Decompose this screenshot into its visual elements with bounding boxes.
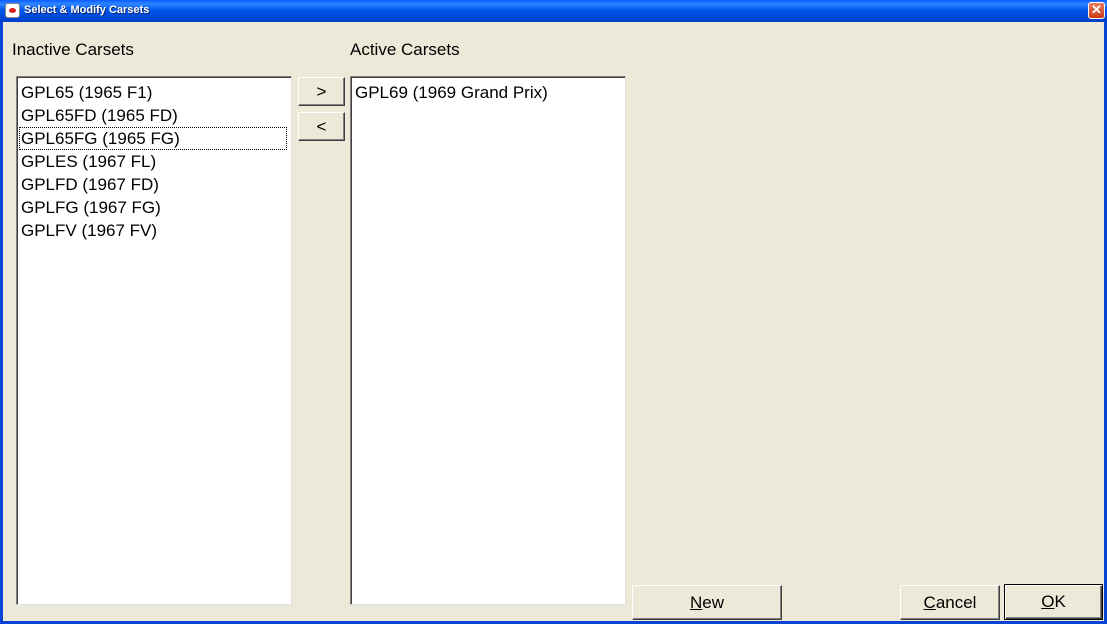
- close-icon[interactable]: ✕: [1088, 2, 1105, 19]
- move-right-button[interactable]: >: [298, 77, 345, 106]
- app-icon: [5, 3, 20, 18]
- ok-button[interactable]: OK: [1004, 584, 1103, 620]
- new-button-accel: N: [689, 593, 703, 612]
- move-left-button[interactable]: <: [298, 112, 345, 141]
- list-item[interactable]: GPLFD (1967 FD): [19, 173, 161, 196]
- list-item[interactable]: GPL65 (1965 F1): [19, 81, 154, 104]
- list-item[interactable]: GPLES (1967 FL): [19, 150, 158, 173]
- dialog-window: Select & Modify Carsets ✕ Inactive Carse…: [0, 0, 1107, 624]
- title-bar[interactable]: Select & Modify Carsets ✕: [0, 0, 1107, 22]
- active-carsets-label: Active Carsets: [350, 40, 460, 59]
- window-title: Select & Modify Carsets: [24, 4, 150, 16]
- active-carsets-list[interactable]: GPL69 (1969 Grand Prix): [350, 76, 626, 605]
- list-item[interactable]: GPLFV (1967 FV): [19, 219, 159, 242]
- new-button[interactable]: New: [632, 585, 782, 620]
- inactive-carsets-list[interactable]: GPL65 (1965 F1) GPL65FD (1965 FD) GPL65F…: [16, 76, 292, 605]
- ok-button-accel: O: [1041, 592, 1055, 611]
- new-button-label: ew: [702, 593, 724, 612]
- cancel-button[interactable]: Cancel: [900, 585, 1000, 620]
- cancel-button-accel: C: [923, 593, 936, 612]
- ok-button-label: K: [1054, 592, 1066, 611]
- list-item[interactable]: GPL65FD (1965 FD): [19, 104, 180, 127]
- list-item[interactable]: GPL65FG (1965 FG): [19, 127, 287, 150]
- list-item[interactable]: GPL69 (1969 Grand Prix): [353, 81, 550, 104]
- inactive-carsets-label: Inactive Carsets: [12, 40, 134, 59]
- cancel-button-label: ancel: [935, 593, 977, 612]
- list-item[interactable]: GPLFG (1967 FG): [19, 196, 163, 219]
